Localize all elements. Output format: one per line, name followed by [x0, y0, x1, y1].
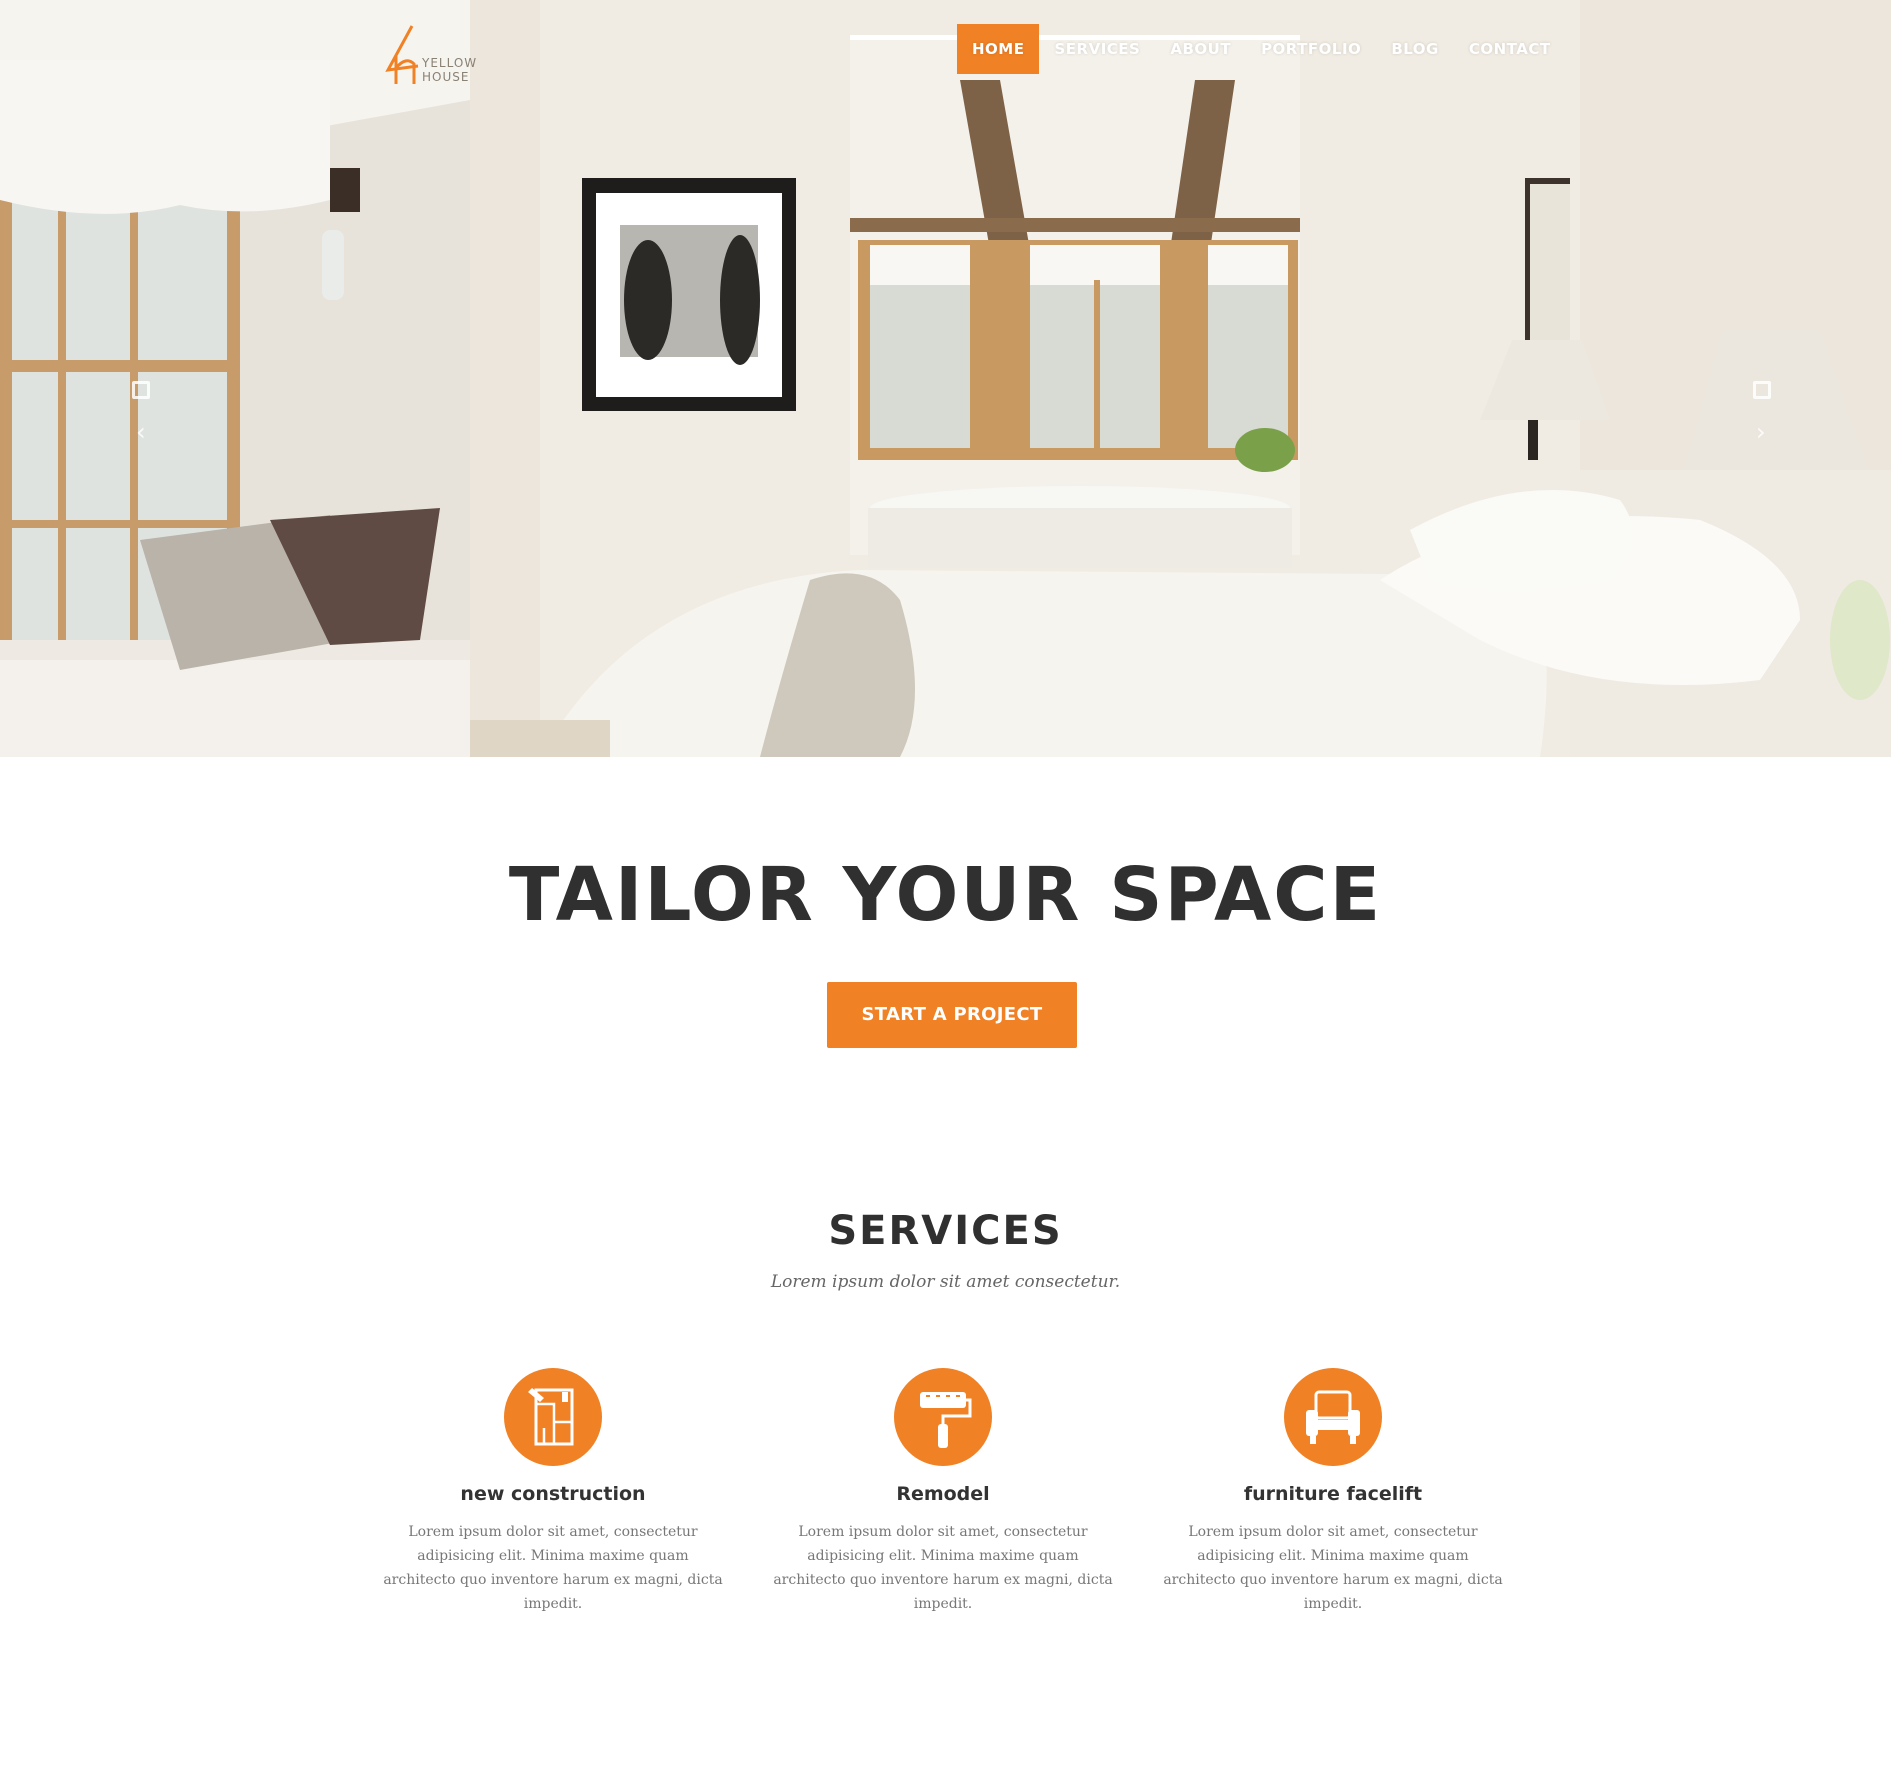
hero-headline: TAILOR YOUR SPACE: [508, 852, 1383, 938]
service-card-remodel: Remodel Lorem ipsum dolor sit amet, cons…: [763, 1368, 1123, 1616]
armchair-icon: [1284, 1368, 1382, 1466]
services-subtitle: Lorem ipsum dolor sit amet consectetur.: [770, 1272, 1121, 1292]
brand-wordmark: YELLOW HOUSE: [422, 56, 477, 84]
nav-blog[interactable]: BLOG: [1376, 24, 1454, 74]
slider-pause-icon-left[interactable]: [132, 381, 150, 399]
chevron-right-icon[interactable]: ›: [1756, 420, 1766, 444]
brand-logo[interactable]: YELLOW HOUSE: [382, 22, 492, 88]
paint-roller-icon: [894, 1368, 992, 1466]
start-project-button[interactable]: START A PROJECT: [827, 982, 1077, 1048]
hero-slider: YELLOW HOUSE HOME SERVICES ABOUT PORTFOL…: [0, 0, 1891, 757]
nav-about[interactable]: ABOUT: [1155, 24, 1246, 74]
service-card-furniture-facelift: furniture facelift Lorem ipsum dolor sit…: [1153, 1368, 1513, 1616]
service-name: furniture facelift: [1243, 1483, 1423, 1505]
nav-home[interactable]: HOME: [957, 24, 1040, 74]
service-description: Lorem ipsum dolor sit amet, consectetur …: [1163, 1524, 1503, 1612]
chevron-left-icon[interactable]: ‹: [136, 420, 146, 444]
service-description: Lorem ipsum dolor sit amet, consectetur …: [773, 1524, 1113, 1612]
service-card-new-construction: new construction Lorem ipsum dolor sit a…: [373, 1368, 733, 1616]
nav-services[interactable]: SERVICES: [1039, 24, 1155, 74]
slider-pause-icon-right[interactable]: [1753, 381, 1771, 399]
service-name: Remodel: [896, 1483, 990, 1505]
brand-line-2: HOUSE: [422, 70, 470, 84]
blueprint-icon: [504, 1368, 602, 1466]
service-name: new construction: [460, 1483, 646, 1505]
hero-bedroom-image: [0, 0, 1891, 757]
main-nav: HOME SERVICES ABOUT PORTFOLIO BLOG CONTA…: [957, 24, 1566, 74]
brand-line-1: YELLOW: [422, 56, 478, 70]
services-title: SERVICES: [828, 1208, 1063, 1254]
nav-contact[interactable]: CONTACT: [1454, 24, 1566, 74]
service-description: Lorem ipsum dolor sit amet, consectetur …: [383, 1524, 723, 1612]
nav-portfolio[interactable]: PORTFOLIO: [1246, 24, 1376, 74]
